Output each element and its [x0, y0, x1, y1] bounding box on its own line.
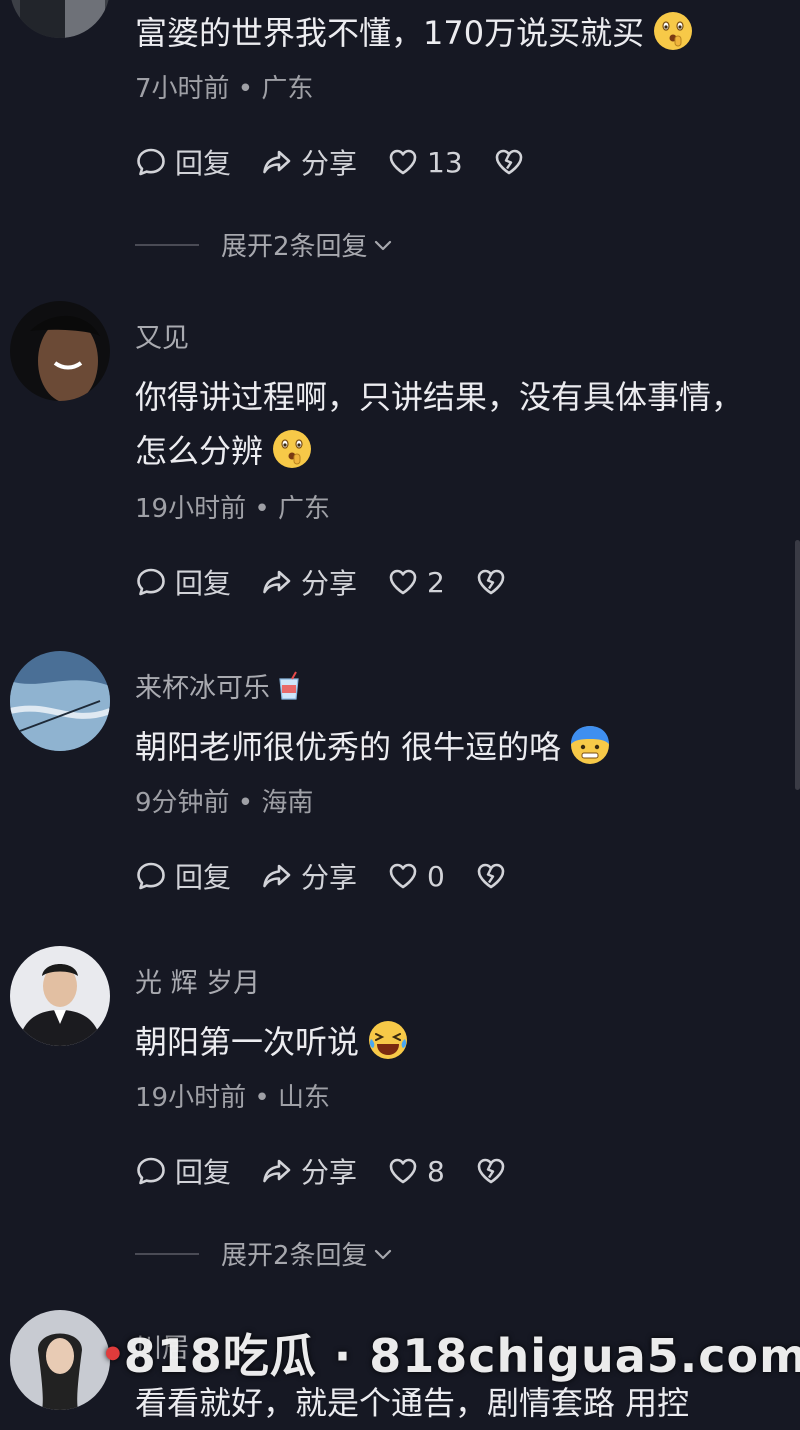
watermark-dot-icon: ●: [105, 1342, 122, 1363]
chevron-down-icon: [372, 1243, 394, 1265]
avatar[interactable]: [10, 0, 110, 38]
chevron-down-icon: [372, 234, 394, 256]
tears-of-joy-emoji-icon: [367, 1019, 409, 1061]
comment-meta: 19小时前 • 广东: [135, 494, 330, 524]
share-arrow-icon: [261, 1155, 293, 1187]
cold-sweat-face-emoji-icon: [569, 724, 611, 766]
share-button[interactable]: 分享: [261, 1151, 357, 1191]
reply-label: 回复: [175, 147, 232, 180]
reply-label: 回复: [175, 567, 232, 600]
avatar[interactable]: [10, 946, 110, 1046]
shushing-face-emoji-icon: [271, 428, 313, 470]
reply-label: 回复: [175, 861, 232, 894]
shushing-face-emoji-icon: [652, 10, 694, 52]
speech-bubble-icon: [135, 860, 167, 892]
avatar[interactable]: [10, 1310, 110, 1410]
comment-actions: 回复 分享 8: [135, 1151, 545, 1191]
expand-label: 展开2条回复: [221, 232, 368, 262]
heart-icon: [387, 146, 419, 178]
reply-button[interactable]: 回复: [135, 1151, 231, 1191]
comment-actions: 回复 分享 2: [135, 562, 545, 602]
share-button[interactable]: 分享: [261, 856, 357, 896]
like-count: 0: [427, 859, 445, 893]
username[interactable]: 又见: [135, 316, 189, 355]
comment-actions: 回复 分享 0: [135, 856, 545, 896]
share-arrow-icon: [261, 860, 293, 892]
share-button[interactable]: 分享: [261, 142, 357, 182]
broken-heart-icon: [475, 566, 507, 598]
reply-label: 回复: [175, 1156, 232, 1189]
comment-content: 富婆的世界我不懂，170万说买就买: [135, 6, 755, 60]
comment-actions: 回复 分享 13: [135, 142, 563, 182]
broken-heart-icon: [475, 1155, 507, 1187]
speech-bubble-icon: [135, 566, 167, 598]
like-count: 8: [427, 1154, 445, 1188]
share-label: 分享: [301, 861, 358, 894]
speech-bubble-icon: [135, 146, 167, 178]
comment-meta: 19小时前 • 山东: [135, 1083, 330, 1113]
heart-icon: [387, 566, 419, 598]
dislike-button[interactable]: [475, 1155, 515, 1187]
divider-line: [135, 243, 199, 246]
avatar[interactable]: [10, 651, 110, 751]
dislike-button[interactable]: [493, 146, 533, 178]
speech-bubble-icon: [135, 1155, 167, 1187]
share-label: 分享: [301, 1156, 358, 1189]
expand-replies-button[interactable]: 展开2条回复: [135, 1235, 394, 1272]
like-button[interactable]: 0: [387, 860, 445, 893]
heart-icon: [387, 1155, 419, 1187]
scrollbar[interactable]: [795, 540, 800, 790]
share-label: 分享: [301, 567, 358, 600]
heart-icon: [387, 860, 419, 892]
share-button[interactable]: 分享: [261, 562, 357, 602]
watermark: ●818吃瓜 · 818chigua5.com: [105, 1329, 800, 1383]
comment-meta: 7小时前 • 广东: [135, 74, 314, 104]
share-arrow-icon: [261, 146, 293, 178]
username[interactable]: 来杯冰可乐: [135, 666, 302, 705]
avatar[interactable]: [10, 301, 110, 401]
like-button[interactable]: 8: [387, 1155, 445, 1188]
broken-heart-icon: [475, 860, 507, 892]
iced-drink-emoji-icon: [276, 671, 302, 701]
comment-content: 朝阳老师很优秀的 很牛逗的咯: [135, 720, 755, 774]
dislike-button[interactable]: [475, 860, 515, 892]
like-count: 2: [427, 565, 445, 599]
reply-button[interactable]: 回复: [135, 856, 231, 896]
expand-label: 展开2条回复: [221, 1241, 368, 1271]
expand-replies-button[interactable]: 展开2条回复: [135, 226, 394, 263]
username[interactable]: 光 辉 岁月: [135, 961, 260, 1000]
dislike-button[interactable]: [475, 566, 515, 598]
comment-meta: 9分钟前 • 海南: [135, 788, 314, 818]
comment-content: 朝阳第一次听说: [135, 1015, 755, 1069]
reply-button[interactable]: 回复: [135, 562, 231, 602]
divider-line: [135, 1252, 199, 1255]
share-arrow-icon: [261, 566, 293, 598]
comment-content: 你得讲过程啊，只讲结果，没有具体事情，怎么分辨: [135, 378, 744, 470]
like-count: 13: [427, 145, 463, 179]
share-label: 分享: [301, 147, 358, 180]
like-button[interactable]: 2: [387, 566, 445, 599]
like-button[interactable]: 13: [387, 146, 463, 179]
broken-heart-icon: [493, 146, 525, 178]
reply-button[interactable]: 回复: [135, 142, 231, 182]
